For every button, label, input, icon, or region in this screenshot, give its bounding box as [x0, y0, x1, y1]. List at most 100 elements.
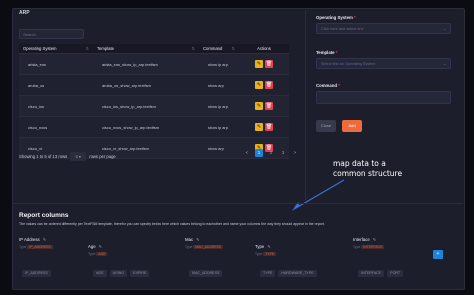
tag-chip[interactable]: INTERFACE — [358, 270, 385, 277]
os-select[interactable]: Click here and select one ⌄ — [316, 23, 451, 34]
column-age: Age ✎ — [88, 244, 103, 249]
pencil-icon[interactable]: ✎ — [373, 237, 376, 242]
template-cell: cisco_xr_show_arp.textfsm — [102, 145, 149, 151]
panel-divider — [305, 10, 306, 200]
actions-cell: ✎ 🗑 — [239, 102, 289, 110]
trash-icon[interactable]: 🗑 — [265, 123, 273, 131]
search-input[interactable]: Search — [19, 29, 84, 39]
pencil-icon[interactable]: ✎ — [267, 244, 270, 249]
showing-text: Showing 1 to 5 of 13 rows — [19, 154, 68, 159]
page-size-select[interactable]: 5 ▾ — [70, 152, 87, 161]
annotation-text: map data to a common structure — [333, 159, 403, 178]
rows-per-page-label: rows per page — [89, 154, 116, 159]
template-cell: aruba_os_show_arp.textfsm — [102, 82, 151, 88]
chevron-down-icon: ⌄ — [442, 27, 446, 31]
templates-table: Operating System ⇅ Template ⇅ Command ⇅ Act… — [19, 44, 289, 159]
type-line: Type INTERFACE — [353, 245, 385, 249]
template-select[interactable]: Select first an Operating System ⌄ — [316, 58, 451, 69]
type-line: Type TYPE — [255, 252, 277, 256]
table-row: cisco_nxos cisco_nxos_show_ip_arp.textfs… — [19, 117, 289, 138]
table-row: cisco_ios cisco_ios_show_ip_arp.textfsm … — [19, 96, 289, 117]
os-field-group: Operating System * Click here and select… — [316, 15, 451, 34]
chips-ip-address: IP_ADDRESS — [22, 270, 51, 277]
page-next[interactable]: > — [291, 149, 299, 157]
chips-type: TYPE HARDWARE_TYPE — [260, 270, 317, 277]
chips-age: AGE AGING EXPIRE — [93, 270, 150, 277]
type-line: Type IP_ADDRESS — [19, 245, 53, 249]
table-body: arista_eos arista_eos_show_ip_arp.textfs… — [19, 54, 289, 159]
chips-interface: INTERFACE PORT — [358, 270, 404, 277]
add-column-button[interactable]: + — [433, 250, 443, 259]
actions-cell: ✎ 🗑 — [239, 81, 289, 89]
trash-icon[interactable]: 🗑 — [265, 102, 273, 110]
column-type: Type ✎ — [255, 244, 271, 249]
template-cell: arista_eos_show_ip_arp.textfsm — [102, 61, 158, 67]
report-subtitle: The values can be ordered differently pe… — [19, 222, 325, 226]
report-title: Report columns — [19, 212, 69, 219]
actions-cell: ✎ 🗑 — [239, 60, 289, 68]
edit-icon[interactable]: ✎ — [255, 81, 263, 89]
annotation-arrow — [292, 179, 345, 211]
pagination-info: Showing 1 to 5 of 13 rows 5 ▾ rows per p… — [19, 152, 116, 161]
tag-chip[interactable]: TYPE — [260, 270, 276, 277]
page-prev[interactable]: < — [243, 149, 251, 157]
pagination: < 1 2 3 > — [243, 149, 299, 157]
os-cell: aruba_os — [28, 82, 45, 88]
trash-icon[interactable]: 🗑 — [265, 81, 273, 89]
type-line: Type AGE — [88, 252, 108, 256]
trash-icon[interactable]: 🗑 — [265, 60, 273, 68]
tag-chip[interactable]: MAC_ADDRESS — [189, 270, 223, 277]
chevron-down-icon: ⌄ — [442, 62, 446, 66]
os-cell: arista_eos — [28, 61, 46, 67]
add-button[interactable]: Add — [342, 120, 362, 132]
edit-icon[interactable]: ✎ — [255, 102, 263, 110]
command-cell: show ip arp — [208, 61, 228, 67]
sort-icon: ⇅ — [191, 46, 195, 51]
tag-chip[interactable]: AGING — [109, 270, 128, 277]
edit-icon[interactable]: ✎ — [255, 123, 263, 131]
command-cell: show ip arp — [208, 103, 228, 109]
sort-icon: ⇅ — [85, 46, 89, 51]
table-row: aruba_os aruba_os_show_arp.textfsm show … — [19, 75, 289, 96]
panel-title: ARP — [19, 10, 30, 16]
tag-chip[interactable]: HARDWARE_TYPE — [278, 270, 317, 277]
type-line: Type MAC_ADDRESS — [185, 245, 224, 249]
column-interface: Interface ✎ — [353, 237, 377, 242]
tag-chip[interactable]: AGE — [93, 270, 107, 277]
close-button[interactable]: Close — [316, 120, 336, 132]
chips-mac: MAC_ADDRESS — [189, 270, 223, 277]
page-3[interactable]: 3 — [279, 149, 287, 157]
page-2[interactable]: 2 — [267, 149, 275, 157]
template-cell: cisco_ios_show_ip_arp.textfsm — [102, 103, 156, 109]
tag-chip[interactable]: PORT — [387, 270, 404, 277]
column-ip-address: IP Address ✎ — [19, 237, 47, 242]
header-operating-system[interactable]: Operating System ⇅ — [19, 46, 93, 51]
report-divider — [12, 203, 463, 204]
edit-icon[interactable]: ✎ — [255, 60, 263, 68]
header-template[interactable]: Template ⇅ — [93, 46, 199, 51]
os-label: Operating System * — [316, 15, 356, 20]
column-mac: Mac ✎ — [185, 237, 200, 242]
os-cell: cisco_nxos — [28, 124, 48, 130]
command-label: Command * — [316, 83, 340, 88]
os-cell: cisco_xr — [28, 145, 43, 151]
form-buttons: Close Add — [316, 120, 362, 132]
tag-chip[interactable]: IP_ADDRESS — [22, 270, 51, 277]
pencil-icon[interactable]: ✎ — [196, 237, 199, 242]
pencil-icon[interactable]: ✎ — [43, 237, 46, 242]
table-header: Operating System ⇅ Template ⇅ Command ⇅ Act… — [19, 44, 289, 54]
command-cell: show arp — [208, 145, 224, 151]
tag-chip[interactable]: EXPIRE — [130, 270, 150, 277]
pencil-icon[interactable]: ✎ — [99, 244, 102, 249]
header-command[interactable]: Command ⇅ — [199, 46, 239, 51]
template-field-group: Template * Select first an Operating Sys… — [316, 50, 451, 69]
sort-icon: ⇅ — [231, 46, 235, 51]
command-input[interactable] — [316, 91, 451, 104]
command-cell: show ip arp — [208, 124, 228, 130]
template-label: Template * — [316, 50, 338, 55]
command-field-group: Command * — [316, 83, 451, 104]
page-1[interactable]: 1 — [255, 149, 263, 157]
os-cell: cisco_ios — [28, 103, 45, 109]
table-row: arista_eos arista_eos_show_ip_arp.textfs… — [19, 54, 289, 75]
actions-cell: ✎ 🗑 — [239, 123, 289, 131]
